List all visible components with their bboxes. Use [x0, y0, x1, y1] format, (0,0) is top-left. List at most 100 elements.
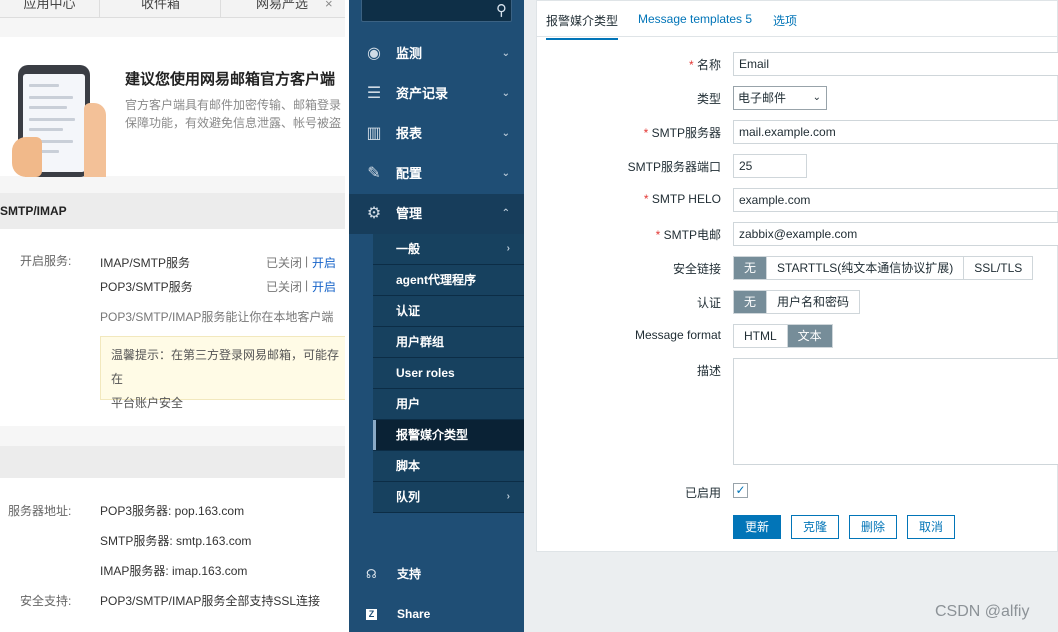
auth-toggle: 无 用户名和密码: [733, 290, 861, 314]
type-select[interactable]: 电子邮件 ⌄: [733, 86, 827, 110]
name-field[interactable]: Email: [733, 52, 1058, 76]
submenu-user-groups[interactable]: 用户群组: [373, 327, 524, 357]
nav-inventory[interactable]: ☰ 资产记录 ⌄: [349, 74, 524, 114]
submenu-media-types[interactable]: 报警媒介类型: [373, 420, 524, 450]
imap-service-name: IMAP/SMTP服务: [100, 256, 191, 270]
section-divider: [0, 446, 345, 478]
pop3-service-name: POP3/SMTP服务: [100, 280, 193, 294]
auth-password[interactable]: 用户名和密码: [767, 291, 860, 313]
smtp-server-label: * SMTP服务器: [643, 126, 721, 140]
security-starttls[interactable]: STARTTLS(纯文本通信协议扩展): [767, 257, 965, 279]
search-icon[interactable]: ⚲: [496, 1, 507, 19]
imap-server: IMAP服务器: imap.163.com: [100, 564, 248, 578]
format-html[interactable]: HTML: [734, 325, 788, 347]
wrench-icon: ✎: [367, 165, 381, 182]
service-note: POP3/SMTP/IMAP服务能让你在本地客户端: [100, 310, 334, 324]
imap-enable-link[interactable]: 开启: [312, 254, 336, 271]
media-type-form: 报警媒介类型 Message templates 5 选项 * 名称 Email…: [536, 0, 1058, 552]
submenu-users[interactable]: 用户: [373, 389, 524, 419]
format-text[interactable]: 文本: [787, 325, 832, 347]
tab-app-center[interactable]: 应用中心: [0, 0, 100, 18]
warning-tip: 温馨提示：在第三方登录网易邮箱，可能存在 平台账户安全: [100, 336, 345, 410]
enabled-label: 已启用: [684, 486, 721, 500]
smtp-port-field[interactable]: 25: [733, 154, 807, 178]
admin-submenu: 一般 › agent代理程序 认证 用户群组 User roles 用户 报警媒…: [373, 234, 524, 513]
eye-icon: ◉: [367, 45, 381, 62]
enabled-checkbox[interactable]: ✓: [733, 483, 748, 498]
tab-options[interactable]: 选项: [773, 12, 797, 29]
update-button[interactable]: 更新: [733, 515, 781, 539]
watermark: CSDN @alfiy: [935, 603, 1030, 620]
submenu-scripts[interactable]: 脚本: [373, 451, 524, 481]
server-card: 服务器地址: POP3服务器: pop.163.com SMTP服务器: smt…: [0, 478, 345, 632]
chevron-down-icon: ⌄: [501, 88, 510, 99]
security-label: 安全链接: [672, 262, 721, 276]
banner-desc: 官方客户端具有邮件加密传输、邮箱登录 保障功能，有效避免信息泄露、帐号被盗: [125, 98, 342, 130]
banner-title: 建议您使用网易邮箱官方客户端: [125, 71, 336, 88]
description-label: 描述: [696, 364, 721, 378]
submenu-proxies[interactable]: agent代理程序: [373, 265, 524, 295]
nav-reports[interactable]: ▥ 报表 ⌄: [349, 114, 524, 154]
chevron-down-icon: ⌄: [501, 128, 510, 139]
main-content: 报警媒介类型 Message templates 5 选项 * 名称 Email…: [524, 0, 1058, 632]
pop3-enable-link[interactable]: 开启: [312, 278, 336, 295]
client-promo-banner: 建议您使用网易邮箱官方客户端 官方客户端具有邮件加密传输、邮箱登录 保障功能，有…: [0, 37, 345, 177]
security-none[interactable]: 无: [734, 257, 768, 279]
nav-share[interactable]: Z Share: [349, 597, 524, 631]
nav-administration[interactable]: ⚙ 管理 ⌃: [349, 194, 524, 234]
submenu-queue[interactable]: 队列 ›: [373, 482, 524, 512]
pop3-service-status: 已关闭: [266, 280, 303, 294]
format-label: Message format: [634, 328, 721, 342]
share-icon: Z: [366, 609, 377, 620]
name-label: * 名称: [688, 58, 721, 72]
imap-service-status: 已关闭: [266, 256, 303, 270]
submenu-user-roles[interactable]: User roles: [373, 358, 524, 388]
auth-none[interactable]: 无: [734, 291, 768, 313]
security-toggle: 无 STARTTLS(纯文本通信协议扩展) SSL/TLS: [733, 256, 1034, 280]
clone-button[interactable]: 克隆: [791, 515, 839, 539]
pop3-server: POP3服务器: pop.163.com: [100, 504, 245, 518]
mail-settings-page: 应用中心 收件箱 网易严选 × 建议您使用网易邮箱官方客户端 官方客户端具有邮件…: [0, 0, 345, 632]
bar-chart-icon: ▥: [366, 125, 382, 142]
smtp-server-field[interactable]: mail.example.com: [733, 120, 1058, 144]
tab-message-templates[interactable]: Message templates 5: [638, 12, 752, 26]
chevron-down-icon: ⌄: [501, 168, 510, 179]
mail-top-tabs: 应用中心 收件箱 网易严选 ×: [0, 0, 345, 18]
smtp-email-label: * SMTP电邮: [655, 228, 721, 242]
tab-yanxuan[interactable]: 网易严选: [222, 0, 342, 18]
cancel-button[interactable]: 取消: [907, 515, 955, 539]
security-ssl[interactable]: SSL/TLS: [964, 257, 1033, 279]
submenu-authentication[interactable]: 认证: [373, 296, 524, 326]
tab-media-type[interactable]: 报警媒介类型: [546, 12, 619, 40]
type-label: 类型: [696, 92, 721, 106]
smtp-port-label: SMTP服务器端口: [627, 160, 721, 174]
description-textarea[interactable]: [733, 358, 1058, 465]
nav-configuration[interactable]: ✎ 配置 ⌄: [349, 154, 524, 194]
server-label: 服务器地址:: [8, 504, 72, 518]
smtp-server: SMTP服务器: smtp.163.com: [100, 534, 252, 548]
service-label: 开启服务:: [20, 254, 72, 268]
smtp-helo-field[interactable]: example.com: [733, 188, 1058, 212]
service-card: 开启服务: IMAP/SMTP服务 已关闭 | 开启 POP3/SMTP服务 已…: [0, 229, 345, 426]
format-toggle: HTML 文本: [733, 324, 833, 348]
security-label: 安全支持:: [20, 594, 72, 608]
chevron-right-icon: ›: [506, 243, 510, 254]
security-value: POP3/SMTP/IMAP服务全部支持SSL连接: [100, 594, 321, 608]
form-tabs: 报警媒介类型 Message templates 5 选项: [537, 1, 1058, 40]
smtp-email-field[interactable]: zabbix@example.com: [733, 222, 1058, 246]
close-icon[interactable]: ×: [325, 0, 333, 11]
list-icon: ☰: [366, 85, 382, 102]
search-input[interactable]: ⚲: [361, 0, 512, 22]
auth-label: 认证: [696, 296, 721, 310]
section-title: SMTP/IMAP: [0, 193, 345, 229]
headset-icon: ☊: [366, 567, 377, 581]
delete-button[interactable]: 删除: [849, 515, 897, 539]
gear-icon: ⚙: [366, 205, 382, 222]
smtp-helo-label: * SMTP HELO: [643, 192, 721, 206]
nav-monitoring[interactable]: ◉ 监测 ⌄: [349, 34, 524, 74]
submenu-general[interactable]: 一般 ›: [373, 234, 524, 264]
nav-support[interactable]: ☊ 支持: [349, 557, 524, 591]
sidebar: ⚲ ◉ 监测 ⌄ ☰ 资产记录 ⌄ ▥ 报表 ⌄ ✎ 配置 ⌄ ⚙ 管理 ⌃ 一…: [349, 0, 524, 632]
tab-inbox[interactable]: 收件箱: [101, 0, 221, 18]
chevron-down-icon: ⌄: [812, 92, 821, 103]
